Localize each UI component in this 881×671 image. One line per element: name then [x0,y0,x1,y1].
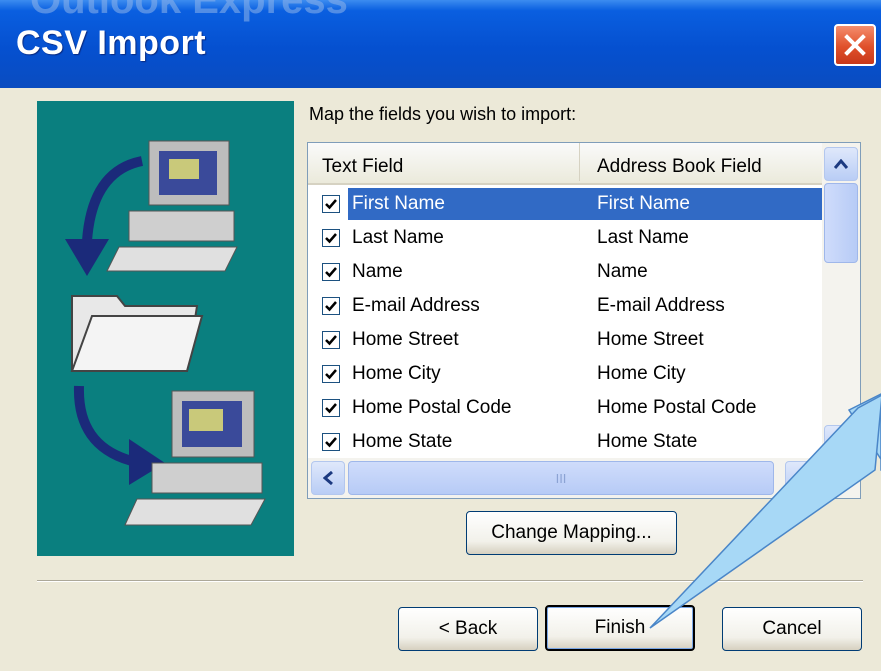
checkmark-icon [325,369,337,380]
row-checkbox[interactable] [322,331,340,349]
address-book-field-value: E-mail Address [597,295,725,316]
list-row[interactable]: Home City Home City [308,357,822,391]
scroll-down-button[interactable] [824,425,858,459]
list-row[interactable]: Home Street Home Street [308,323,822,357]
illustration-panel [37,101,294,556]
text-field-value: Name [352,261,403,282]
chevron-left-icon [323,471,333,485]
background-window-title: Outlook Express [30,0,348,22]
title-bar[interactable]: Outlook Express CSV Import [0,0,881,88]
address-book-field-value: Home State [597,431,698,452]
row-checkbox[interactable] [322,399,340,417]
checkmark-icon [325,199,337,210]
change-mapping-button[interactable]: Change Mapping... [466,511,677,555]
row-checkbox[interactable] [322,365,340,383]
window-title: CSV Import [16,24,207,62]
chevron-right-icon [797,471,807,485]
text-field-value: Home Street [352,329,459,350]
row-checkbox[interactable] [322,263,340,281]
list-rows: First Name First Name Last Name Last Name Na… [308,187,824,459]
text-field-value: Home City [352,363,441,384]
scroll-up-button[interactable] [824,147,858,181]
close-x-icon [844,34,866,56]
vertical-scroll-thumb[interactable] [824,183,858,263]
list-row[interactable]: Home State Home State [308,425,822,459]
scroll-right-button[interactable] [785,461,819,495]
checkmark-icon [325,301,337,312]
cancel-button[interactable]: Cancel [722,607,862,651]
vertical-scrollbar[interactable] [822,143,860,459]
close-button[interactable] [834,24,876,66]
checkmark-icon [325,267,337,278]
scroll-left-button[interactable] [311,461,345,495]
address-book-field-value: First Name [597,193,690,214]
mapping-prompt: Map the fields you wish to import: [309,104,577,124]
text-field-value: Home Postal Code [352,397,512,418]
back-button[interactable]: < Back [398,607,538,651]
folder-icon [70,295,204,372]
column-header-address-book-field[interactable]: Address Book Field [581,143,821,181]
address-book-field-value: Home Postal Code [597,397,757,418]
checkmark-icon [325,437,337,448]
chevron-up-icon [834,159,848,169]
text-field-value: First Name [352,193,445,214]
row-checkbox[interactable] [322,195,340,213]
horizontal-scroll-thumb[interactable]: III [348,461,774,495]
separator [37,580,863,582]
checkmark-icon [325,403,337,414]
list-row[interactable]: E-mail Address E-mail Address [308,289,822,323]
checkmark-icon [325,233,337,244]
computer-icon [106,140,238,272]
list-row[interactable]: First Name First Name [308,187,824,221]
row-checkbox[interactable] [322,297,340,315]
text-field-value: E-mail Address [352,295,480,316]
list-header: Text Field Address Book Field [308,143,822,185]
horizontal-scrollbar[interactable]: III [308,458,860,498]
row-checkbox[interactable] [322,229,340,247]
column-header-text-field[interactable]: Text Field [308,143,580,181]
address-book-field-value: Name [597,261,648,282]
row-checkbox[interactable] [322,433,340,451]
finish-button[interactable]: Finish [545,605,695,651]
chevron-down-icon [834,437,848,447]
text-field-value: Last Name [352,227,444,248]
list-row[interactable]: Name Name [308,255,822,289]
field-mapping-list[interactable]: Text Field Address Book Field First Name… [307,142,861,499]
text-field-value: Home State [352,431,453,452]
address-book-field-value: Home City [597,363,686,384]
checkmark-icon [325,335,337,346]
address-book-field-value: Home Street [597,329,704,350]
list-row[interactable]: Last Name Last Name [308,221,822,255]
scroll-grip: III [555,470,567,486]
address-book-field-value: Last Name [597,227,689,248]
list-row[interactable]: Home Postal Code Home Postal Code [308,391,822,425]
